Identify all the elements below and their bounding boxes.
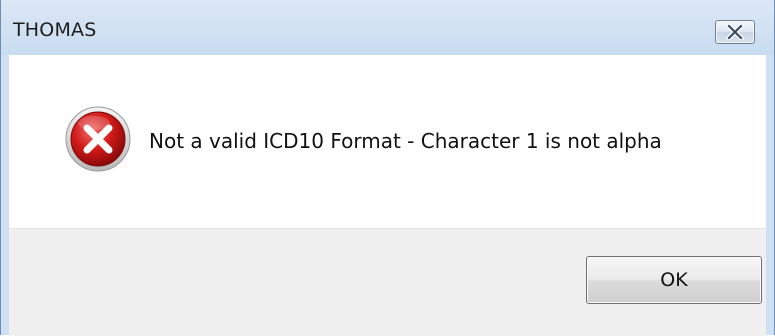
message-area: Not a valid ICD10 Format - Character 1 i… [9, 55, 766, 228]
button-area: OK [9, 228, 766, 336]
dialog-window: THOMAS Not a valid ICD10 Format - Charac… [0, 0, 775, 336]
ok-button[interactable]: OK [586, 256, 762, 304]
close-icon [726, 24, 744, 40]
window-title: THOMAS [13, 19, 97, 41]
close-button[interactable] [715, 20, 755, 44]
error-message: Not a valid ICD10 Format - Character 1 i… [149, 129, 662, 153]
title-bar[interactable]: THOMAS [1, 0, 774, 55]
error-icon [65, 106, 131, 172]
dialog-content: Not a valid ICD10 Format - Character 1 i… [9, 55, 766, 336]
